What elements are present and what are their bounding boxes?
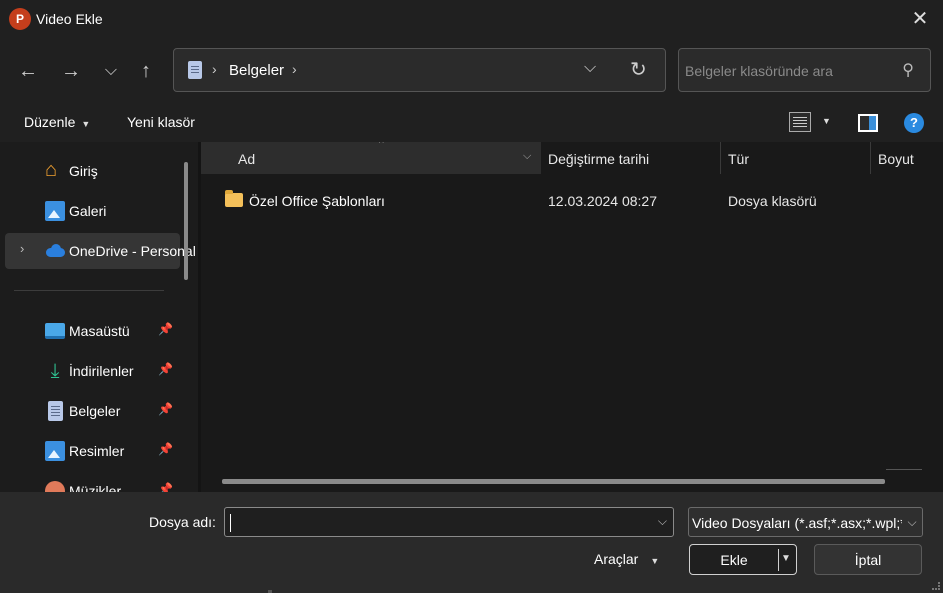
chevron-down-icon[interactable]: ⌵: [902, 508, 922, 536]
search-input[interactable]: Belgeler klasöründe ara: [685, 63, 833, 79]
powerpoint-icon: P: [9, 8, 31, 30]
sidebar-item-home[interactable]: ⌂ Giriş: [5, 153, 175, 189]
documents-icon: [188, 61, 202, 79]
new-folder-button[interactable]: Yeni klasör: [127, 114, 195, 130]
sidebar-scrollbar[interactable]: [184, 162, 188, 280]
music-icon: [45, 481, 65, 492]
folder-icon: [225, 190, 243, 207]
insert-button-label: Ekle: [720, 552, 748, 568]
tools-menu-button[interactable]: Araçlar ▼: [594, 551, 659, 567]
close-button[interactable]: ✕: [907, 6, 933, 32]
filename-history-chevron-icon[interactable]: ⌵: [658, 514, 667, 529]
search-icon[interactable]: ⚲: [902, 60, 914, 80]
sidebar-item-onedrive[interactable]: › OneDrive - Personal: [5, 233, 196, 269]
address-bar[interactable]: › Belgeler › ⌵ ↻: [173, 48, 666, 92]
command-bar: Düzenle ▼ Yeni klasör ▼ ?: [0, 102, 943, 142]
recent-locations-button[interactable]: ⌵: [97, 58, 125, 84]
file-type: Dosya klasörü: [728, 193, 817, 209]
column-label-date: Değiştirme tarihi: [548, 151, 650, 167]
organize-menu[interactable]: Düzenle ▼: [24, 114, 90, 130]
dialog-footer: Dosya adı: ⌵ Video Dosyaları (*.asf;*.as…: [0, 492, 943, 593]
sidebar-item-gallery[interactable]: Galeri: [5, 193, 175, 229]
pin-icon: 📌: [158, 362, 173, 376]
horizontal-scrollbar[interactable]: [222, 479, 885, 484]
desktop-icon: [45, 323, 65, 339]
back-button[interactable]: ←: [14, 58, 42, 84]
pin-icon: 📌: [158, 482, 173, 492]
column-header-name[interactable]: ^ Ad ⌵: [201, 142, 541, 174]
sidebar-item-label: Müzikler: [69, 483, 122, 492]
breadcrumb-separator: ›: [212, 61, 217, 77]
column-header-type[interactable]: Tür: [721, 142, 871, 174]
home-icon: ⌂: [45, 159, 58, 181]
file-modified: 12.03.2024 08:27: [548, 193, 657, 209]
column-label-type: Tür: [728, 151, 749, 167]
sidebar-item-label: OneDrive - Personal: [69, 243, 196, 259]
cancel-button[interactable]: İptal: [814, 544, 922, 575]
file-name: Özel Office Şablonları: [249, 193, 385, 209]
sort-ascending-icon: ^: [379, 142, 384, 149]
insert-options-caret-icon[interactable]: ▼: [781, 553, 791, 564]
table-row[interactable]: Özel Office Şablonları 12.03.2024 08:27 …: [201, 184, 943, 218]
file-list[interactable]: ^ Ad ⌵ Değiştirme tarihi Tür Boyut Özel …: [201, 142, 943, 492]
gallery-icon: [45, 201, 65, 221]
sidebar-item-label: Giriş: [69, 163, 98, 179]
search-box[interactable]: Belgeler klasöründe ara ⚲: [678, 48, 931, 92]
split-divider: [778, 549, 779, 571]
column-filter-chevron-icon[interactable]: ⌵: [523, 150, 531, 163]
file-type-select[interactable]: Video Dosyaları (*.asf;*.asx;*.wpl;*.wm;…: [688, 507, 923, 537]
column-label-size: Boyut: [878, 151, 914, 167]
text-cursor: [230, 514, 231, 532]
breadcrumb-separator[interactable]: ›: [292, 61, 297, 77]
forward-button[interactable]: →: [57, 58, 85, 84]
pin-icon: 📌: [158, 442, 173, 456]
sidebar-item-label: İndirilenler: [69, 363, 134, 379]
insert-button[interactable]: Ekle ▼: [689, 544, 797, 575]
pictures-icon: [45, 441, 65, 461]
caret-down-icon: ▼: [650, 556, 660, 566]
sidebar-divider: [14, 290, 164, 291]
download-icon: ⤓: [50, 360, 60, 382]
column-header-date[interactable]: Değiştirme tarihi: [541, 142, 721, 174]
column-header-size[interactable]: Boyut: [871, 142, 943, 174]
sidebar-item-label: Masaüstü: [69, 323, 130, 339]
view-details-icon[interactable]: [789, 112, 811, 132]
filename-field[interactable]: ⌵: [224, 507, 674, 537]
breadcrumb-belgeler[interactable]: Belgeler: [229, 62, 284, 79]
window-title: Video Ekle: [36, 11, 103, 27]
sidebar-item-desktop[interactable]: Masaüstü 📌: [5, 313, 175, 349]
onedrive-icon: [45, 241, 65, 261]
refresh-icon[interactable]: ↻: [630, 57, 647, 82]
file-type-value: Video Dosyaları (*.asf;*.asx;*.wpl;*.wm;…: [692, 515, 922, 531]
resize-grip-icon[interactable]: [932, 582, 940, 590]
sidebar-item-pictures[interactable]: Resimler 📌: [5, 433, 175, 469]
sidebar-item-documents[interactable]: Belgeler 📌: [5, 393, 175, 429]
sidebar-item-label: Belgeler: [69, 403, 121, 419]
preview-pane-icon[interactable]: [858, 114, 878, 132]
documents-icon: [48, 401, 63, 421]
filename-label: Dosya adı:: [149, 514, 216, 530]
tools-label: Araçlar: [594, 551, 639, 567]
organize-label: Düzenle: [24, 114, 76, 130]
column-label-name: Ad: [238, 151, 256, 167]
expand-chevron-icon[interactable]: ›: [20, 241, 24, 256]
cancel-button-label: İptal: [854, 552, 882, 568]
sidebar-item-label: Galeri: [69, 203, 107, 219]
pin-icon: 📌: [158, 322, 173, 336]
title-bar: P Video Ekle ✕: [0, 0, 943, 38]
pin-icon: 📌: [158, 402, 173, 416]
view-options-caret-icon[interactable]: ▼: [822, 116, 831, 126]
sidebar-item-music[interactable]: Müzikler 📌: [5, 473, 175, 492]
sidebar-item-downloads[interactable]: ⤓ İndirilenler 📌: [5, 353, 175, 389]
scroll-corner: [886, 469, 922, 470]
sidebar-item-label: Resimler: [69, 443, 125, 459]
help-icon[interactable]: ?: [904, 113, 924, 133]
address-history-chevron-icon[interactable]: ⌵: [584, 59, 596, 77]
navigation-bar: ← → ⌵ ↑ › Belgeler › ⌵ ↻ Belgeler klasör…: [0, 38, 943, 102]
caret-down-icon: ▼: [81, 119, 91, 129]
navigation-pane[interactable]: ⌂ Giriş Galeri › OneDrive - Personal Mas…: [0, 142, 198, 492]
up-button[interactable]: ↑: [132, 58, 160, 84]
